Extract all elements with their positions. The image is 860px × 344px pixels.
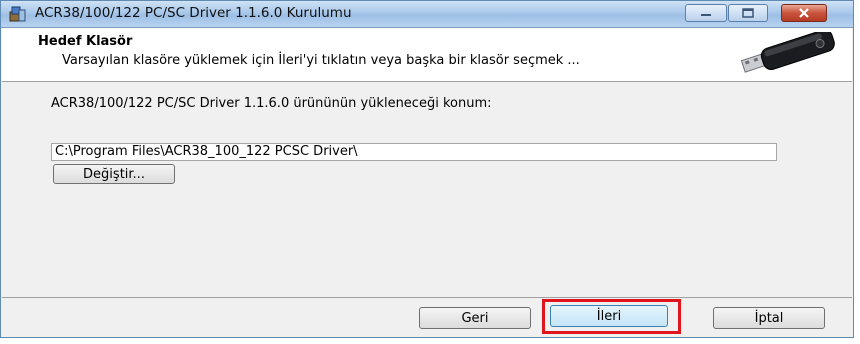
footer-divider (2, 297, 852, 298)
installer-window: ACR38/100/122 PC/SC Driver 1.1.6.0 Kurul… (0, 0, 854, 338)
install-location-label: ACR38/100/122 PC/SC Driver 1.1.6.0 ürünü… (51, 96, 492, 111)
installer-app-icon (9, 6, 26, 22)
close-icon (799, 8, 809, 18)
cancel-button[interactable]: İptal (713, 307, 825, 329)
install-path-field[interactable]: C:\Program Files\ACR38_100_122 PCSC Driv… (51, 143, 777, 161)
next-button-highlight (542, 299, 681, 334)
window-title: ACR38/100/122 PC/SC Driver 1.1.6.0 Kurul… (35, 5, 352, 21)
close-button[interactable] (781, 4, 827, 22)
title-bar[interactable]: ACR38/100/122 PC/SC Driver 1.1.6.0 Kurul… (1, 1, 853, 28)
minimize-icon (701, 14, 711, 16)
change-folder-button[interactable]: Değiştir... (53, 164, 175, 184)
maximize-button[interactable] (728, 4, 768, 22)
page-header: Hedef Klasör Varsayılan klasöre yüklemek… (2, 28, 852, 82)
minimize-button[interactable] (685, 4, 727, 22)
back-button[interactable]: Geri (419, 307, 531, 329)
page-title: Hedef Klasör (38, 34, 133, 49)
maximize-icon (742, 8, 754, 18)
usb-token-reader-icon (740, 32, 835, 73)
page-subtitle: Varsayılan klasöre yüklemek için İleri'y… (62, 53, 580, 68)
